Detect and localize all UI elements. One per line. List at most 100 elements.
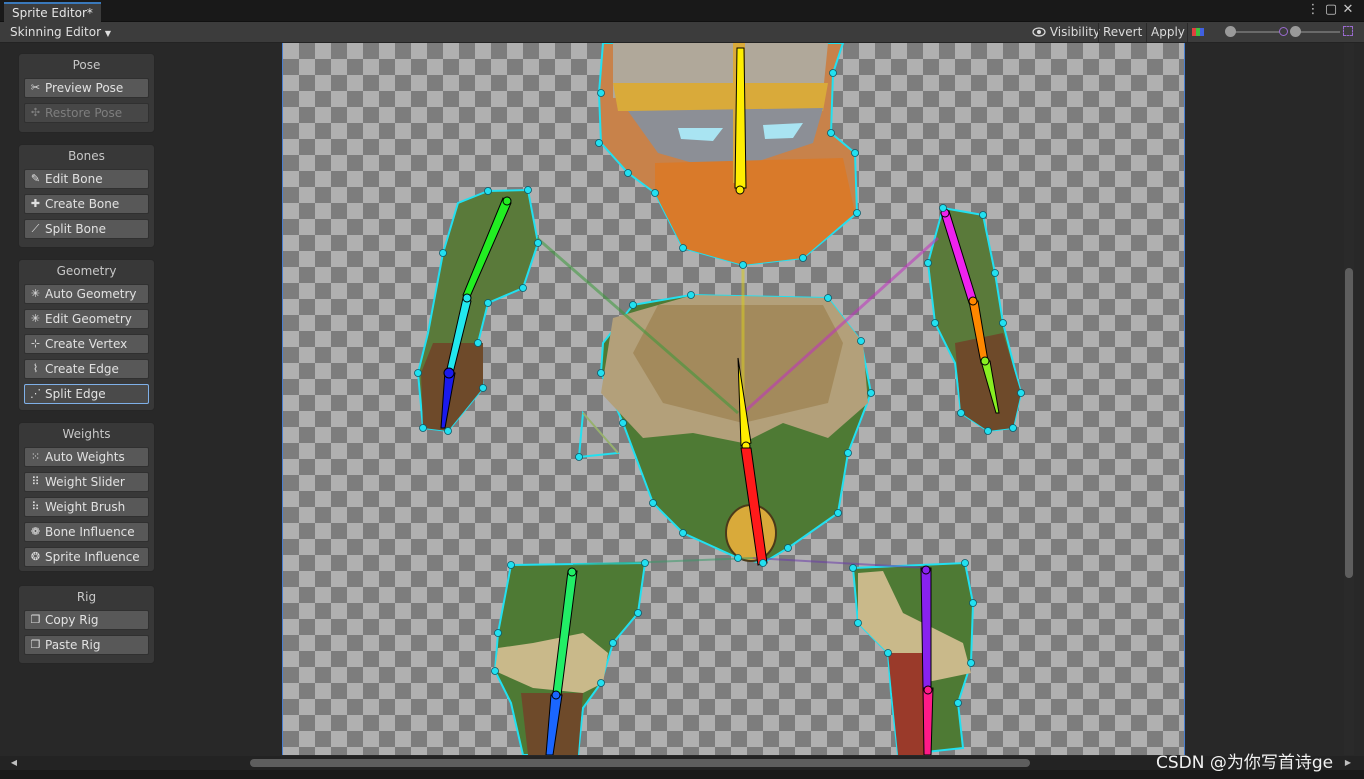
vertical-scrollbar[interactable]	[1344, 43, 1354, 755]
bones-group-title: Bones	[68, 149, 105, 163]
bone-left-shin-joint[interactable]	[551, 690, 561, 700]
bone-head[interactable]	[734, 47, 747, 189]
paste-rig-button[interactable]: ❐ Paste Rig	[24, 635, 149, 655]
auto-geometry-label: Auto Geometry	[45, 287, 137, 301]
sprite-influence-button[interactable]: ❂ Sprite Influence	[24, 547, 149, 567]
torso-sprite[interactable]	[577, 293, 873, 565]
create-vertex-button[interactable]: ⊹ Create Vertex	[24, 334, 149, 354]
restore-pose-label: Restore Pose	[45, 106, 123, 120]
bone-left-hand-joint[interactable]	[443, 367, 455, 379]
copy-rig-label: Copy Rig	[45, 613, 99, 627]
auto-weights-label: Auto Weights	[45, 450, 125, 464]
split-bone-button[interactable]: ⟋ Split Bone	[24, 219, 149, 239]
weight-brush-icon: ⠷	[31, 500, 40, 513]
edit-bone-label: Edit Bone	[45, 172, 103, 186]
bone-right-forearm-joint[interactable]	[968, 296, 978, 306]
split-edge-button[interactable]: ⋰ Split Edge	[24, 384, 149, 404]
kebab-icon[interactable]: ⋮	[1305, 2, 1321, 18]
mask-full-icon	[1343, 26, 1353, 36]
mask-slider-knob[interactable]	[1290, 26, 1301, 37]
right-leg-sprite[interactable]	[851, 561, 975, 755]
weights-group: Weights ⁙ Auto Weights ⠿ Weight Slider ⠷…	[18, 422, 155, 572]
edit-geometry-icon: ✳	[30, 312, 41, 325]
scroll-right-arrow-icon[interactable]: ▶	[1342, 756, 1354, 770]
mask-icon	[1279, 27, 1288, 36]
bone-left-thigh-joint[interactable]	[567, 567, 577, 577]
weight-slider-button[interactable]: ⠿ Weight Slider	[24, 472, 149, 492]
apply-button[interactable]: Apply	[1146, 23, 1189, 42]
bone-right-shin-joint[interactable]	[923, 685, 933, 695]
scroll-left-arrow-icon[interactable]: ◀	[8, 756, 20, 770]
pose-group-title: Pose	[72, 58, 101, 72]
bone-right-thigh[interactable]	[920, 567, 932, 689]
create-edge-label: Create Edge	[45, 362, 119, 376]
weight-slider-icon: ⠿	[31, 475, 40, 488]
skinned-sprite[interactable]	[283, 43, 1185, 755]
create-bone-icon: ✚	[30, 197, 41, 210]
create-vertex-icon: ⊹	[30, 337, 41, 350]
preview-pose-label: Preview Pose	[45, 81, 124, 95]
geometry-group: Geometry ✳ Auto Geometry ✳ Edit Geometry…	[18, 259, 155, 411]
weights-group-title: Weights	[62, 427, 111, 441]
split-edge-icon: ⋰	[30, 387, 41, 400]
csdn-watermark: CSDN @为你写首诗ge	[1156, 753, 1334, 773]
bone-influence-button[interactable]: ❁ Bone Influence	[24, 522, 149, 542]
rgb-icon	[1192, 28, 1204, 36]
sprite-influence-icon: ❂	[30, 550, 41, 563]
visibility-button[interactable]: Visibility	[1028, 23, 1104, 42]
geometry-group-title: Geometry	[56, 264, 117, 278]
left-arm-sprite[interactable]	[416, 188, 540, 433]
head-sprite[interactable]	[597, 43, 859, 267]
tab-sprite-editor[interactable]: Sprite Editor*	[4, 2, 101, 22]
eye-icon	[1032, 25, 1050, 39]
weight-brush-label: Weight Brush	[45, 500, 126, 514]
chevron-down-icon: ▼	[104, 29, 111, 38]
sprite-canvas[interactable]	[282, 43, 1185, 755]
create-bone-button[interactable]: ✚ Create Bone	[24, 194, 149, 214]
bone-right-thigh-joint[interactable]	[921, 565, 931, 575]
bone-head-joint[interactable]	[735, 185, 745, 195]
mode-dropdown-label: Skinning Editor	[10, 25, 101, 39]
bone-right-hand-joint[interactable]	[980, 356, 990, 366]
copy-rig-icon: ❐	[30, 613, 41, 626]
bone-influence-icon: ❁	[30, 525, 41, 538]
paste-rig-icon: ❐	[30, 638, 41, 651]
opacity-slider-knob[interactable]	[1225, 26, 1236, 37]
window-tab-bar: Sprite Editor* ⋮ ▢ ✕	[0, 0, 1364, 22]
bone-influence-label: Bone Influence	[45, 525, 135, 539]
split-bone-label: Split Bone	[45, 222, 106, 236]
close-icon[interactable]: ✕	[1340, 2, 1356, 18]
color-mode-button[interactable]	[1187, 23, 1217, 42]
weight-brush-button[interactable]: ⠷ Weight Brush	[24, 497, 149, 517]
create-vertex-label: Create Vertex	[45, 337, 128, 351]
restore-pose-button: ✣ Restore Pose	[24, 103, 149, 123]
bone-left-upper-arm-joint[interactable]	[502, 196, 512, 206]
rig-group-title: Rig	[76, 590, 97, 604]
edit-geometry-label: Edit Geometry	[45, 312, 132, 326]
split-bone-icon: ⟋	[31, 222, 40, 235]
auto-weights-button[interactable]: ⁙ Auto Weights	[24, 447, 149, 467]
maximize-icon[interactable]: ▢	[1323, 2, 1339, 18]
bone-left-forearm-joint[interactable]	[462, 293, 472, 303]
bone-right-shin[interactable]	[922, 687, 934, 755]
horizontal-scroll-thumb[interactable]	[250, 759, 1030, 767]
bones-group: Bones ✎ Edit Bone ✚ Create Bone ⟋ Split …	[18, 144, 155, 248]
preview-pose-button[interactable]: ✂ Preview Pose	[24, 78, 149, 98]
rig-group: Rig ❐ Copy Rig ❐ Paste Rig	[18, 585, 155, 664]
restore-pose-icon: ✣	[30, 106, 41, 119]
vertical-scroll-thumb[interactable]	[1345, 268, 1353, 578]
create-edge-button[interactable]: ⌇ Create Edge	[24, 359, 149, 379]
mode-dropdown[interactable]: Skinning Editor ▼	[4, 23, 117, 42]
split-edge-label: Split Edge	[45, 387, 106, 401]
copy-rig-button[interactable]: ❐ Copy Rig	[24, 610, 149, 630]
edit-bone-button[interactable]: ✎ Edit Bone	[24, 169, 149, 189]
auto-geometry-button[interactable]: ✳ Auto Geometry	[24, 284, 149, 304]
create-bone-label: Create Bone	[45, 197, 120, 211]
visibility-label: Visibility	[1049, 25, 1101, 39]
pose-group: Pose ✂ Preview Pose ✣ Restore Pose	[18, 53, 155, 133]
auto-weights-icon: ⁙	[30, 450, 41, 463]
edit-geometry-button[interactable]: ✳ Edit Geometry	[24, 309, 149, 329]
editor-toolbar: Skinning Editor ▼ Visibility Revert Appl…	[0, 22, 1364, 43]
paste-rig-label: Paste Rig	[45, 638, 101, 652]
revert-button[interactable]: Revert	[1098, 23, 1146, 42]
